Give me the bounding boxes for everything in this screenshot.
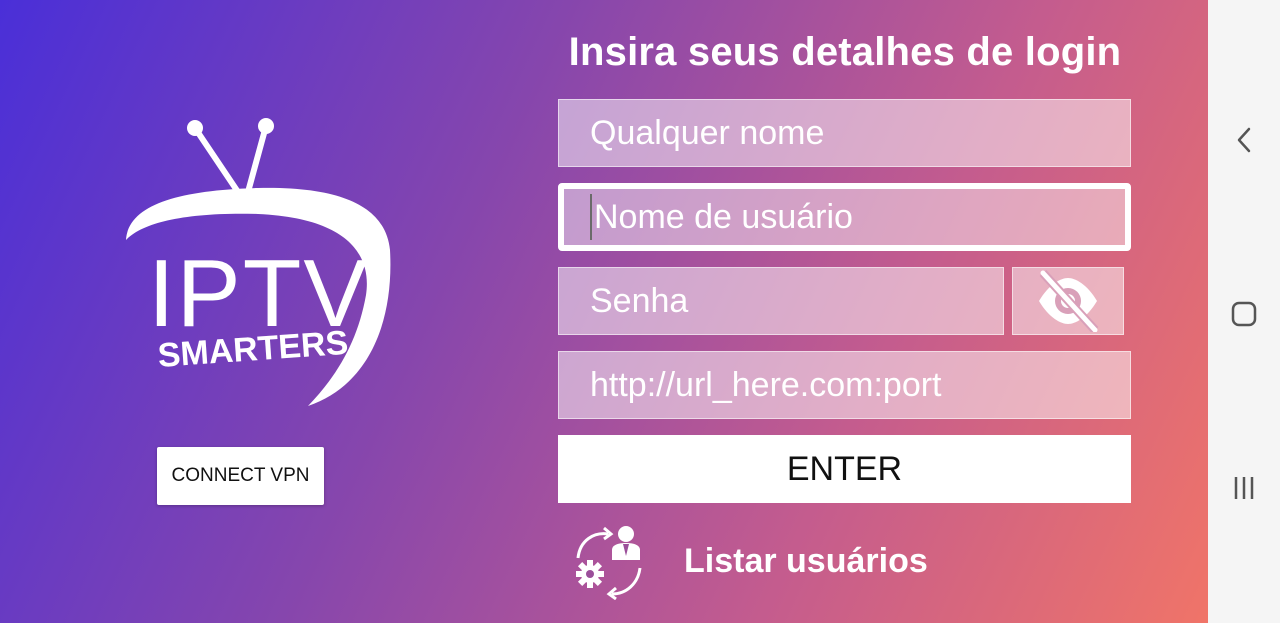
connect-vpn-button[interactable]: CONNECT VPN xyxy=(157,447,324,505)
server-url-field[interactable]: http://url_here.com:port xyxy=(558,351,1131,419)
password-placeholder: Senha xyxy=(590,281,689,320)
eye-off-icon xyxy=(1039,270,1099,332)
any-name-placeholder: Qualquer nome xyxy=(590,113,825,152)
login-screen: IPTV SMARTERS CONNECT VPN Insira seus de… xyxy=(0,0,1208,623)
home-icon xyxy=(1231,301,1257,327)
nav-home-button[interactable] xyxy=(1208,284,1280,344)
recents-icon xyxy=(1234,477,1254,499)
any-name-field[interactable]: Qualquer nome xyxy=(558,99,1131,167)
username-placeholder: Nome de usuário xyxy=(594,197,853,236)
nav-back-button[interactable] xyxy=(1208,110,1280,170)
users-manage-icon xyxy=(576,526,642,600)
system-navigation-bar xyxy=(1208,0,1280,623)
password-field[interactable]: Senha xyxy=(558,267,1004,335)
back-icon xyxy=(1237,127,1251,153)
nav-recents-button[interactable] xyxy=(1208,458,1280,518)
list-users-button[interactable]: Listar usuários xyxy=(570,520,990,602)
page-title: Insira seus detalhes de login xyxy=(568,30,1122,74)
password-visibility-toggle[interactable] xyxy=(1012,267,1124,335)
tv-logo-icon: IPTV SMARTERS xyxy=(126,118,391,406)
server-url-placeholder: http://url_here.com:port xyxy=(590,365,942,404)
username-field[interactable]: Nome de usuário xyxy=(558,183,1131,251)
enter-button[interactable]: ENTER xyxy=(558,435,1131,503)
text-caret xyxy=(590,194,592,240)
list-users-label: Listar usuários xyxy=(684,541,928,580)
iptv-smarters-logo: IPTV SMARTERS xyxy=(108,110,408,420)
